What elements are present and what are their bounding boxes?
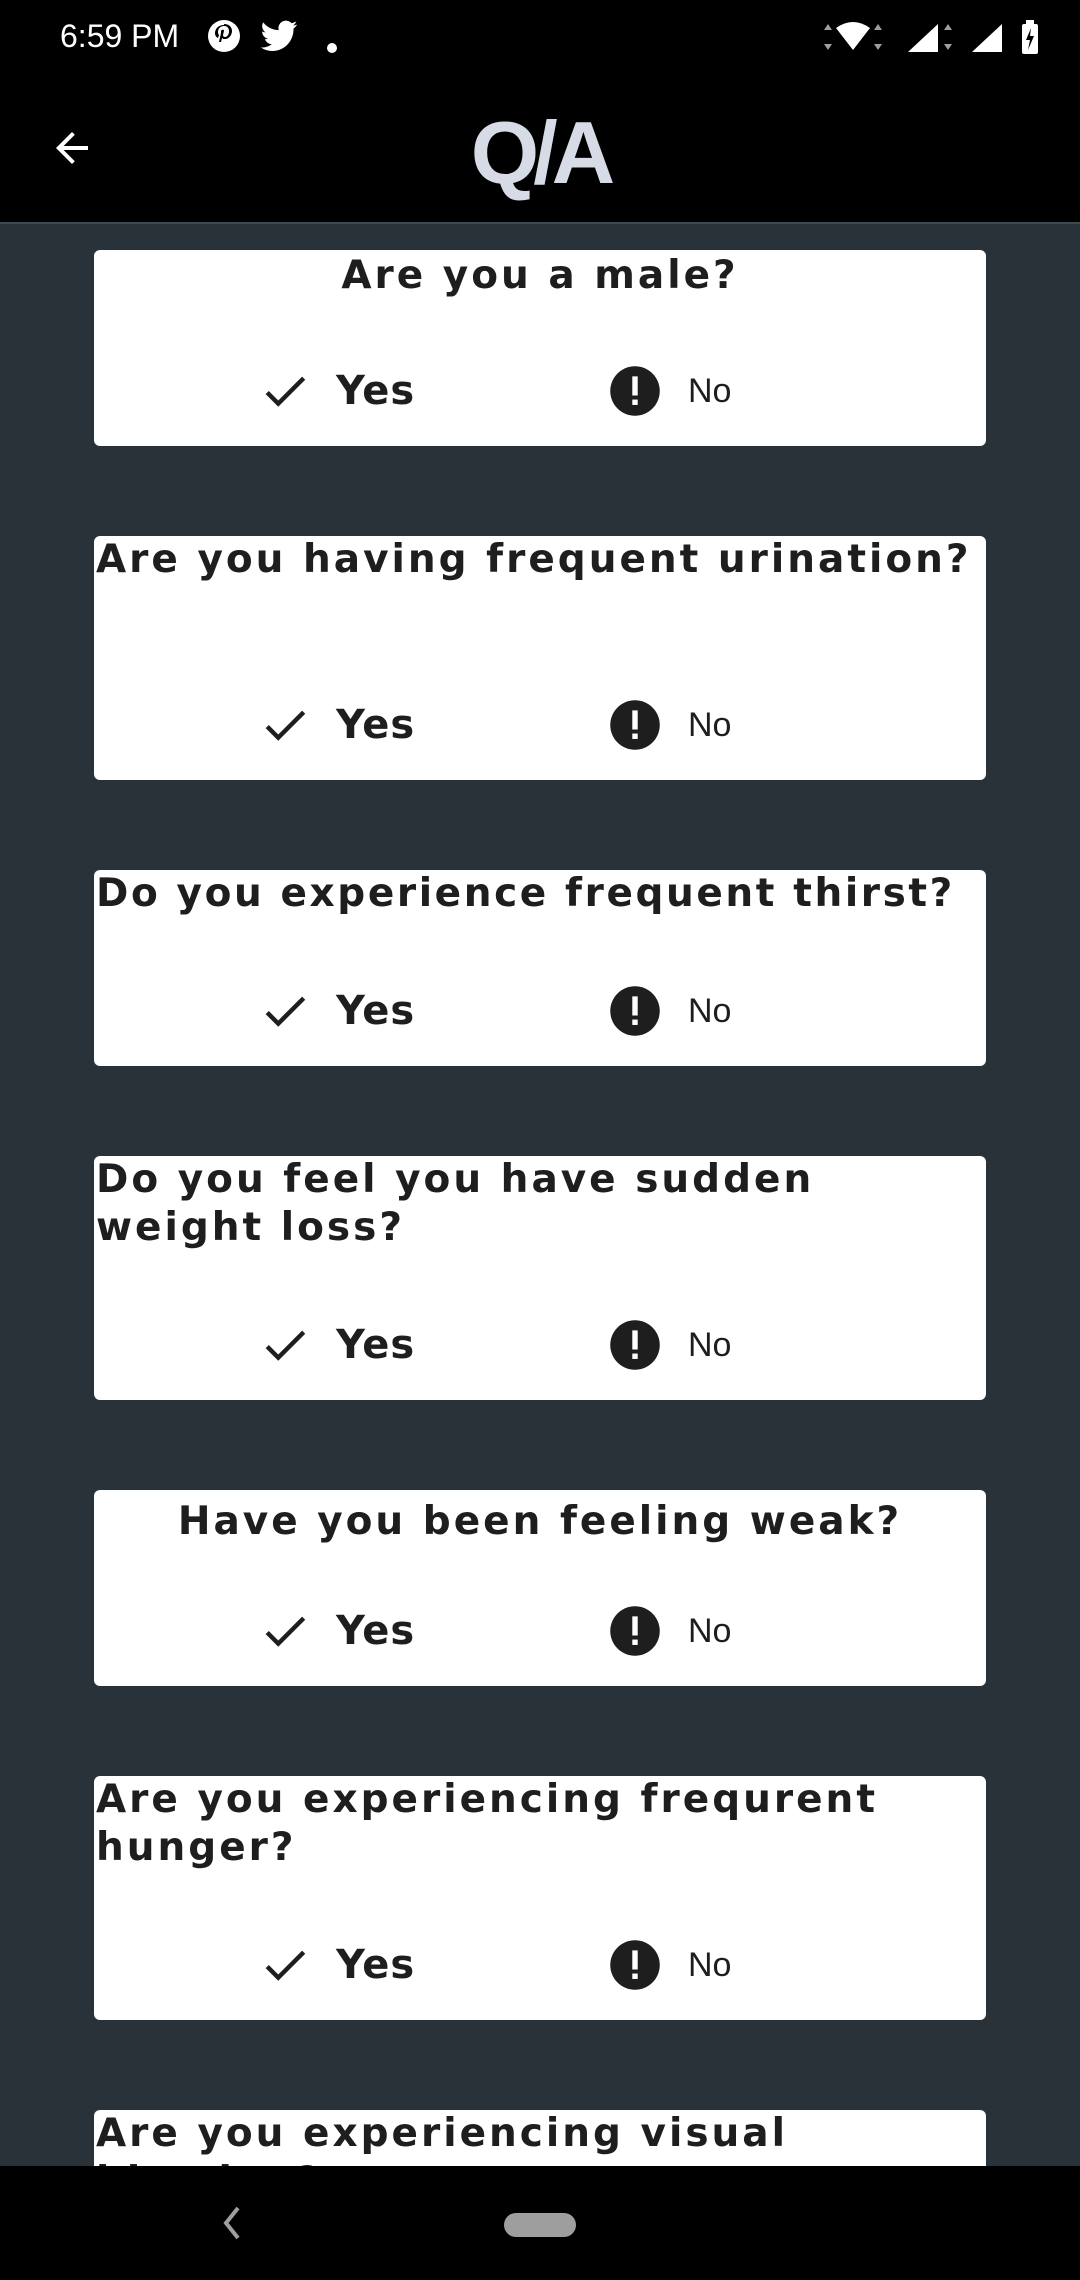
no-label: No	[688, 991, 732, 1030]
twitter-icon	[260, 20, 298, 51]
nav-back-icon[interactable]	[218, 2202, 246, 2244]
yes-label: Yes	[336, 702, 416, 748]
no-button[interactable]: No	[608, 976, 731, 1046]
alert-circle-icon	[610, 986, 660, 1036]
answer-options: Yes No	[94, 1910, 986, 2020]
question-card: Are you experiencing frequrent hunger? Y…	[94, 1776, 986, 2020]
yes-label: Yes	[336, 1608, 416, 1654]
question-text: Have you been feeling weak?	[177, 1499, 903, 1544]
yes-button[interactable]: Yes	[258, 1310, 415, 1380]
yes-label: Yes	[336, 988, 416, 1034]
yes-button[interactable]: Yes	[258, 1930, 415, 2000]
check-icon	[265, 996, 306, 1027]
alert-circle-icon	[610, 366, 660, 416]
question-card: Do you feel you have sudden weight loss?…	[94, 1156, 986, 1400]
answer-options: Yes No	[94, 1290, 986, 1400]
nav-home-button[interactable]	[504, 2213, 576, 2237]
yes-button[interactable]: Yes	[258, 356, 415, 426]
alert-circle-icon	[610, 1940, 660, 1990]
check-icon	[265, 1330, 306, 1361]
alert-circle-icon	[610, 700, 660, 750]
wifi-icon	[824, 22, 882, 50]
question-text: Do you experience frequent thirst?	[96, 871, 955, 916]
battery-icon	[1022, 20, 1038, 54]
check-icon	[265, 1616, 306, 1647]
question-card: Are you experiencing visual blurring?	[94, 2110, 986, 2166]
notification-dot-icon	[327, 43, 337, 53]
check-icon	[265, 1950, 306, 1981]
question-text: Are you experiencing visual blurring?	[96, 2111, 788, 2166]
no-button[interactable]: No	[608, 690, 731, 760]
pinterest-icon	[208, 20, 240, 52]
no-button[interactable]: No	[608, 356, 731, 426]
no-button[interactable]: No	[608, 1310, 731, 1380]
alert-circle-icon	[610, 1320, 660, 1370]
page-title: Q/A	[470, 103, 615, 202]
no-label: No	[688, 371, 732, 410]
status-time: 6:59 PM	[60, 18, 180, 54]
yes-label: Yes	[336, 1322, 416, 1368]
no-label: No	[688, 1325, 732, 1364]
question-text: Do you feel you have sudden weight loss?	[96, 1157, 815, 1250]
check-icon	[265, 710, 306, 741]
answer-options: Yes No	[94, 336, 986, 446]
question-card: Are you having frequent urination? Yes N…	[94, 536, 986, 780]
system-nav-bar	[0, 2166, 1080, 2280]
status-icons	[818, 18, 1040, 58]
answer-options: Yes No	[94, 670, 986, 780]
answer-options: Yes No	[94, 1576, 986, 1686]
check-icon	[265, 376, 306, 407]
no-label: No	[688, 705, 732, 744]
yes-label: Yes	[336, 368, 416, 414]
question-card: Do you experience frequent thirst? Yes N…	[94, 870, 986, 1066]
yes-button[interactable]: Yes	[258, 690, 415, 760]
no-button[interactable]: No	[608, 1930, 731, 2000]
question-list[interactable]: Are you a male? Yes No Are you having fr…	[0, 226, 1080, 2166]
no-label: No	[688, 1945, 732, 1984]
question-text: Are you having frequent urination?	[96, 537, 972, 582]
question-card: Have you been feeling weak? Yes No	[94, 1490, 986, 1686]
status-bar: 6:59 PM	[0, 0, 1080, 72]
question-text: Are you a male?	[341, 253, 739, 298]
signal-icon-2	[972, 24, 1002, 52]
yes-button[interactable]: Yes	[258, 1596, 415, 1666]
question-text: Are you experiencing frequrent hunger?	[96, 1777, 878, 1870]
alert-circle-icon	[610, 1606, 660, 1656]
yes-button[interactable]: Yes	[258, 976, 415, 1046]
signal-icon-1	[908, 24, 952, 52]
answer-options: Yes No	[94, 956, 986, 1066]
no-button[interactable]: No	[608, 1596, 731, 1666]
no-label: No	[688, 1611, 732, 1650]
app-bar: Q/A	[0, 72, 1080, 224]
question-card: Are you a male? Yes No	[94, 250, 986, 446]
yes-label: Yes	[336, 1942, 416, 1988]
